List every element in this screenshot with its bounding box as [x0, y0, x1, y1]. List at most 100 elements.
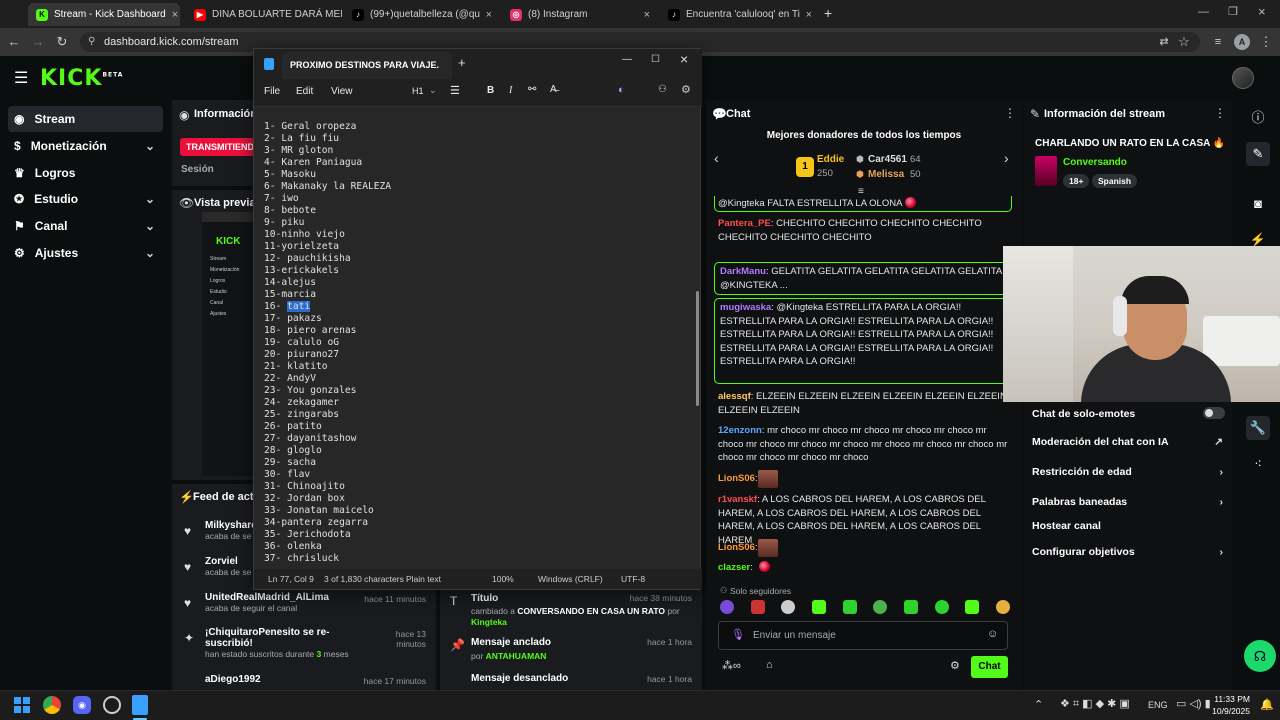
pencil-icon[interactable]: ✎	[1246, 142, 1270, 166]
close-icon[interactable]: ×	[486, 9, 492, 21]
emote-icon[interactable]	[781, 600, 796, 614]
goals-setting[interactable]: Configurar objetivos ›	[1032, 546, 1227, 558]
reload-icon[interactable]: ↻	[54, 34, 70, 50]
kick-logo[interactable]: KICKBETA	[40, 66, 123, 91]
sidebar-item-estudio[interactable]: ✪ Estudio ⌄	[8, 186, 163, 212]
media-icon[interactable]: ≡	[1210, 34, 1226, 50]
encoding[interactable]: UTF-8	[621, 574, 645, 584]
discord-icon[interactable]: ◉	[73, 696, 91, 714]
more-options-icon[interactable]: ⋮	[1004, 106, 1016, 120]
chevron-left-icon[interactable]: ‹	[714, 150, 719, 166]
tray-icons[interactable]: ❖ ⌗ ◧ ◆ ✱ ▣	[1060, 697, 1130, 711]
notepad-scrollbar[interactable]	[696, 291, 699, 406]
camera-icon[interactable]: ◙	[1246, 192, 1270, 216]
gift-icon[interactable]: ⁂∞	[722, 659, 741, 672]
wrench-icon[interactable]: 🔧	[1246, 416, 1270, 440]
menu-view[interactable]: View	[331, 86, 353, 97]
nodes-icon[interactable]: ⁖	[1246, 452, 1270, 476]
emotes-only-toggle[interactable]	[1203, 407, 1225, 419]
host-channel-setting[interactable]: Hostear canal	[1032, 520, 1227, 532]
windows-start-icon[interactable]	[14, 697, 30, 713]
menu-file[interactable]: File	[264, 86, 280, 97]
italic-icon[interactable]: I	[509, 85, 512, 96]
translate-icon[interactable]: ⇄	[1156, 34, 1172, 50]
donor-name[interactable]: Eddie	[817, 154, 844, 165]
sidebar-item-logros[interactable]: ♛ Logros	[8, 160, 163, 186]
minimize-button[interactable]: —	[622, 54, 632, 65]
clock-time[interactable]: 11:33 PM	[1212, 694, 1250, 704]
category-thumbnail[interactable]	[1035, 156, 1057, 186]
back-icon[interactable]: ←	[6, 34, 22, 50]
tab-kick-dashboard[interactable]: K Stream - Kick Dashboard ×	[28, 3, 180, 26]
emote-icon[interactable]	[965, 600, 980, 614]
sidebar-item-monetizacion[interactable]: $ Monetización ⌄	[8, 133, 163, 159]
emote-icon[interactable]	[903, 600, 918, 614]
new-tab-button[interactable]: +	[824, 5, 832, 21]
notepad-text-area[interactable]: 1- Geral oropeza 2- La fiu fiu 3- MR gloto…	[254, 107, 694, 569]
donor-name[interactable]: Car4561	[868, 154, 907, 165]
chevron-right-icon[interactable]: ›	[1004, 150, 1009, 166]
tag-chip[interactable]: Spanish	[1092, 174, 1138, 188]
emote-icon[interactable]	[842, 600, 857, 614]
sidebar-item-canal[interactable]: ⚑ Canal ⌄	[8, 213, 163, 239]
copilot-icon[interactable]: ◐	[618, 84, 625, 96]
sidebar-item-stream[interactable]: ◉ Stream	[8, 106, 163, 132]
chat-input[interactable]: 🎙 Enviar un mensaje ☺	[718, 621, 1008, 650]
bold-icon[interactable]: B	[487, 85, 494, 96]
minimize-window-button[interactable]: —	[1198, 6, 1209, 18]
emote-icon[interactable]	[873, 600, 888, 614]
more-options-icon[interactable]: ⋮	[1214, 106, 1226, 120]
notepad-tab[interactable]: PROXIMO DESTINOS PARA VIAJE.	[282, 52, 452, 79]
settings-gear-icon[interactable]: ⚙	[681, 83, 691, 96]
tab-tiktok-2[interactable]: ♪ Encuentra 'calulooq' en TikTok ×	[660, 3, 820, 26]
close-button[interactable]: ×	[680, 51, 688, 67]
tab-instagram[interactable]: ◎ (8) Instagram ×	[502, 3, 658, 26]
donor-name[interactable]: Melissa	[868, 169, 904, 180]
profile-avatar[interactable]: A	[1234, 34, 1250, 50]
close-icon[interactable]: ×	[172, 9, 178, 21]
language-indicator[interactable]: ENG	[1148, 700, 1168, 710]
chevron-up-icon[interactable]: ⌃	[1034, 698, 1043, 711]
tab-youtube[interactable]: ▶ DINA BOLUARTE DARÁ MENSAJE ×	[186, 3, 342, 26]
clock-date[interactable]: 10/9/2025	[1212, 706, 1250, 716]
emote-icon[interactable]	[720, 600, 734, 614]
chrome-icon[interactable]	[43, 696, 61, 714]
emoji-icon[interactable]: ☺	[987, 628, 998, 640]
emote-icon[interactable]	[995, 600, 1010, 614]
sidebar-item-ajustes[interactable]: ⚙ Ajustes ⌄	[8, 240, 163, 266]
more-menu-icon[interactable]: ⋮	[1258, 34, 1274, 50]
notepad-taskbar-icon[interactable]	[132, 695, 148, 715]
heading-dropdown[interactable]: H1	[412, 86, 424, 96]
emote-icon[interactable]	[934, 600, 949, 614]
site-info-icon[interactable]: ⚲	[88, 32, 95, 52]
forward-icon[interactable]: →	[30, 34, 46, 50]
banned-words-setting[interactable]: Palabras baneadas ›	[1032, 496, 1227, 508]
network-volume-icons[interactable]: ▭ ◁) ▮	[1176, 697, 1211, 710]
text-format[interactable]: Plain text	[406, 574, 441, 584]
ai-moderation-setting[interactable]: Moderación del chat con IA ↗	[1032, 436, 1227, 448]
emote-icon[interactable]	[811, 600, 826, 614]
new-tab-button[interactable]: +	[458, 55, 466, 70]
close-window-button[interactable]: ×	[1258, 4, 1266, 19]
emote-icon[interactable]	[750, 600, 765, 614]
support-chat-icon[interactable]: ☊	[1244, 640, 1276, 672]
link-icon[interactable]: ⚯	[528, 84, 536, 95]
bookmark-star-icon[interactable]: ☆	[1176, 34, 1192, 50]
list-icon[interactable]: ☰	[450, 84, 460, 97]
obs-icon[interactable]	[103, 696, 121, 714]
info-icon[interactable]: ⓘ	[1246, 106, 1270, 130]
clear-format-icon[interactable]: A̶	[550, 84, 557, 95]
store-icon[interactable]: ⌂	[766, 659, 773, 671]
age-restriction-setting[interactable]: Restricción de edad ›	[1032, 466, 1227, 478]
zoom-level[interactable]: 100%	[492, 574, 514, 584]
send-chat-button[interactable]: Chat	[971, 656, 1008, 678]
user-avatar[interactable]	[1232, 67, 1254, 89]
line-ending[interactable]: Windows (CRLF)	[538, 574, 603, 584]
chat-settings-icon[interactable]: ⚙	[950, 659, 960, 672]
close-icon[interactable]: ×	[644, 9, 650, 21]
notification-bell-icon[interactable]: 🔔	[1260, 698, 1274, 711]
hamburger-menu-icon[interactable]: ☰	[14, 68, 28, 88]
microphone-icon[interactable]: 🎙	[731, 628, 745, 641]
tab-tiktok-1[interactable]: ♪ (99+)quetalbelleza (@quetalbe ×	[344, 3, 500, 26]
maximize-window-button[interactable]: ❐	[1228, 5, 1238, 18]
